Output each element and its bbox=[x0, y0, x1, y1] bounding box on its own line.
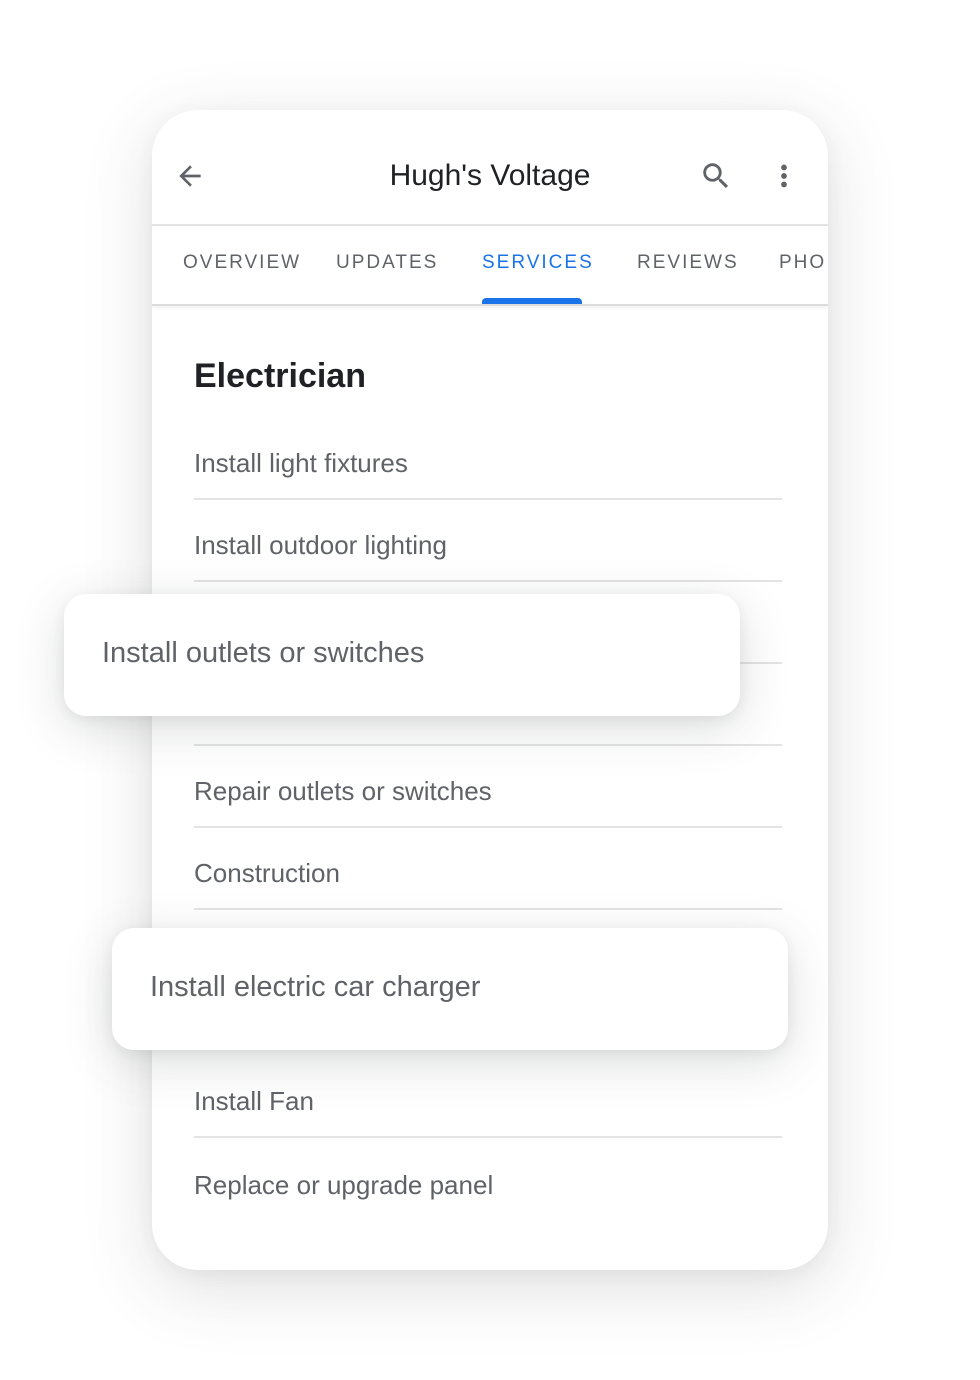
floating-service-card[interactable]: Install outlets or switches bbox=[64, 594, 740, 716]
tab-reviews[interactable]: REVIEWS bbox=[637, 226, 739, 304]
service-item-label: Replace or upgrade panel bbox=[194, 1170, 494, 1200]
floating-service-card[interactable]: Install electric car charger bbox=[112, 928, 788, 1050]
more-options-button[interactable] bbox=[764, 156, 804, 196]
search-icon bbox=[703, 163, 729, 189]
app-bar: Hugh's Voltage bbox=[152, 110, 828, 226]
floating-service-label: Install outlets or switches bbox=[102, 637, 425, 669]
service-item-label: Install outdoor lighting bbox=[194, 530, 447, 560]
tab-updates[interactable]: UPDATES bbox=[336, 226, 438, 304]
service-item-label: Construction bbox=[194, 858, 340, 888]
search-button[interactable] bbox=[696, 156, 736, 196]
service-item-label: Install Fan bbox=[194, 1086, 314, 1116]
more-vert-icon bbox=[781, 164, 787, 188]
tab-overview[interactable]: OVERVIEW bbox=[183, 226, 301, 304]
service-item[interactable]: Install outdoor lighting bbox=[194, 500, 782, 582]
tab-photos[interactable]: PHO bbox=[779, 226, 826, 304]
floating-service-label: Install electric car charger bbox=[150, 971, 481, 1003]
service-item[interactable]: Replace or upgrade panel bbox=[194, 1140, 782, 1222]
tab-services[interactable]: SERVICES bbox=[482, 226, 594, 304]
stage: Hugh's Voltage OVERVIEW UPDATES SERVICES… bbox=[0, 0, 980, 1380]
section-title: Electrician bbox=[194, 357, 366, 395]
active-tab-indicator bbox=[482, 298, 582, 304]
tab-bar: OVERVIEW UPDATES SERVICES REVIEWS PHO bbox=[152, 226, 828, 306]
service-item[interactable]: Install light fixtures bbox=[194, 418, 782, 500]
service-item-label: Repair outlets or switches bbox=[194, 776, 492, 806]
service-item[interactable]: Install Fan bbox=[194, 1056, 782, 1138]
service-item-label: Install light fixtures bbox=[194, 448, 408, 478]
service-item[interactable]: Repair outlets or switches bbox=[194, 746, 782, 828]
service-item[interactable]: Construction bbox=[194, 828, 782, 910]
